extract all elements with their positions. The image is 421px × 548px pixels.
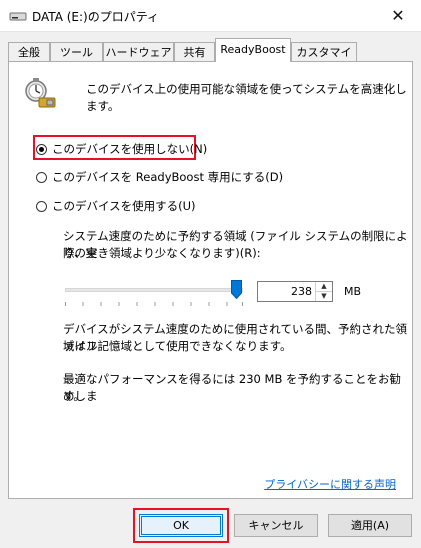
reserve-slider-track[interactable]	[65, 288, 243, 292]
reserve-size-input[interactable]: 238 ▲ ▼	[257, 281, 333, 302]
intro-text: このデバイス上の使用可能な領域を使ってシステムを高速化します。	[86, 82, 407, 113]
option-dedicate-label: このデバイスを ReadyBoost 専用にする(D)	[52, 170, 284, 184]
reserve-size-value: 238	[291, 285, 312, 298]
close-icon: ✕	[391, 6, 405, 25]
window-title: DATA (E:)のプロパティ	[32, 10, 159, 24]
ok-button[interactable]: OK	[139, 514, 223, 537]
option-use[interactable]: このデバイスを使用する(U)	[36, 198, 196, 214]
note-text-2: ァイル記憶域として使用できなくなります。	[63, 339, 292, 353]
recommend-text-2: す。	[63, 389, 85, 403]
option-dedicate[interactable]: このデバイスを ReadyBoost 専用にする(D)	[36, 169, 283, 185]
reserve-label-2: 際の空き領域より少なくなります)(R):	[63, 246, 261, 260]
tab-customize[interactable]: カスタマイズ	[291, 42, 357, 78]
radio-do-not-use[interactable]	[36, 143, 47, 155]
recommend-text-1: 最適なパフォーマンスを得るには 230 MB を予約することをお勧めしま	[63, 372, 401, 403]
tab-tools[interactable]: ツール	[50, 42, 103, 61]
ok-button-label: OK	[173, 519, 189, 532]
radio-dedicate[interactable]	[36, 171, 47, 183]
reserve-slider-thumb[interactable]	[231, 280, 242, 299]
stepper-down-icon[interactable]: ▼	[316, 292, 332, 301]
title-bar: DATA (E:)のプロパティ ✕	[0, 0, 421, 32]
option-do-not-use-label: このデバイスを使用しない(N)	[52, 142, 208, 156]
privacy-link[interactable]: プライバシーに関する声明	[264, 476, 396, 492]
readyboost-panel: このデバイス上の使用可能な領域を使ってシステムを高速化します。 このデバイスを使…	[8, 61, 413, 499]
tab-sharing[interactable]: 共有	[174, 42, 215, 61]
reserve-unit: MB	[344, 285, 362, 298]
cancel-button[interactable]: キャンセル	[234, 514, 318, 537]
close-button[interactable]: ✕	[375, 0, 421, 31]
reserve-size-stepper[interactable]: ▲ ▼	[315, 282, 332, 301]
radio-use[interactable]	[36, 200, 47, 212]
tab-general[interactable]: 全般	[8, 42, 50, 61]
readyboost-icon	[25, 78, 56, 108]
tab-readyboost[interactable]: ReadyBoost	[215, 38, 291, 62]
tab-hardware[interactable]: ハードウェア	[103, 42, 174, 61]
apply-button[interactable]: 適用(A)	[328, 514, 412, 537]
slider-ticks	[65, 302, 243, 306]
drive-icon	[9, 12, 27, 21]
option-do-not-use[interactable]: このデバイスを使用しない(N)	[36, 141, 207, 157]
option-use-label: このデバイスを使用する(U)	[52, 199, 196, 213]
stepper-up-icon[interactable]: ▲	[316, 282, 332, 292]
